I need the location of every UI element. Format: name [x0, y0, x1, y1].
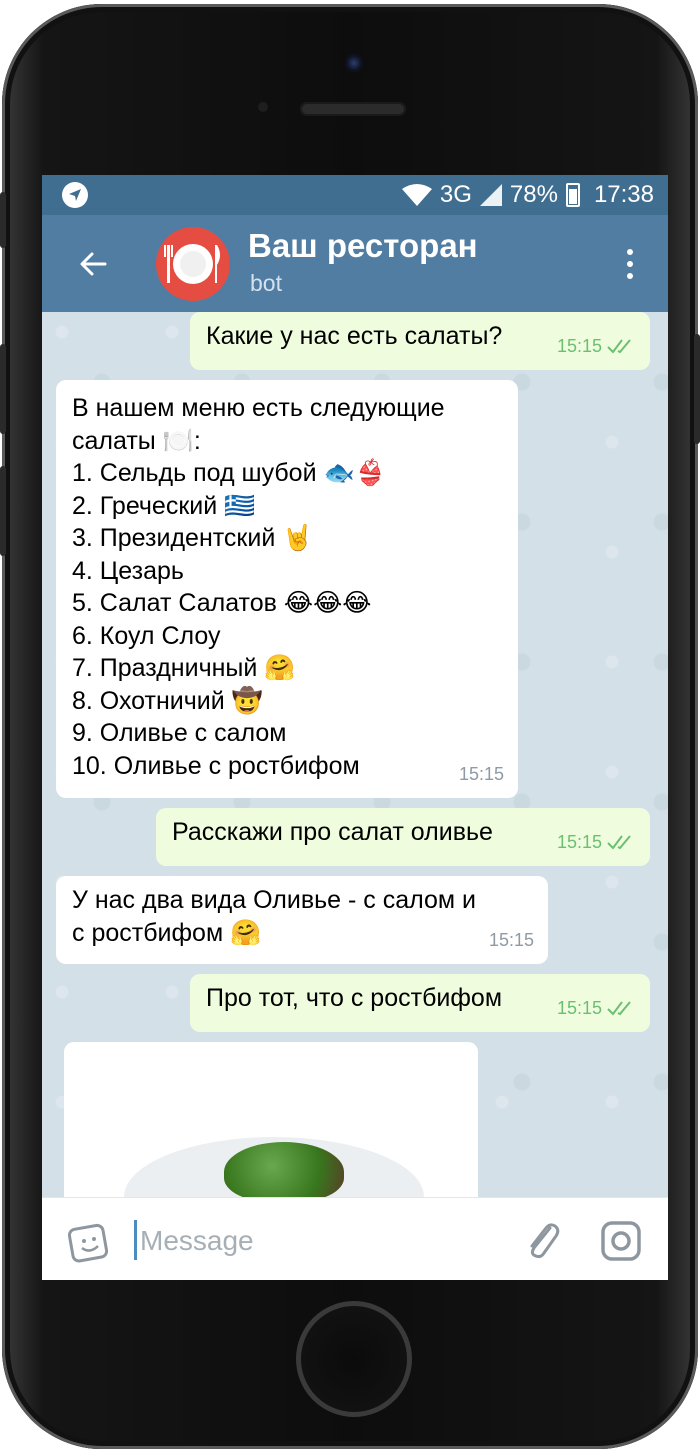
- battery-icon: [565, 183, 580, 207]
- message-time: 15:15: [556, 831, 602, 852]
- message-line: салаты 🍽️:: [72, 426, 201, 455]
- screen: 3G 78% 17:38 Ваш ресторан bot Какие у на…: [42, 175, 668, 1280]
- text-cursor: [134, 1220, 137, 1260]
- message-line: 8. Охотничий 🤠: [72, 686, 263, 715]
- message-line: 3. Президентский 🤘: [72, 524, 314, 552]
- message-outgoing[interactable]: Какие у нас есть салаты? 15:15: [190, 312, 650, 370]
- volume-up-button: [0, 344, 6, 434]
- home-button[interactable]: [296, 1301, 412, 1417]
- chat-subtitle: bot: [250, 270, 282, 296]
- message-incoming[interactable]: У нас два вида Оливье - с салом и с рост…: [56, 876, 548, 964]
- message-time: 15:15: [458, 763, 504, 784]
- sticker-icon[interactable]: [68, 1222, 110, 1264]
- message-outgoing[interactable]: Про тот, что с ростбифом 15:15: [190, 974, 650, 1032]
- clock: 17:38: [593, 181, 654, 208]
- photo-message[interactable]: [64, 1042, 478, 1197]
- avatar[interactable]: [156, 227, 230, 301]
- message-outgoing[interactable]: Расскажи про салат оливье 15:15: [156, 808, 650, 866]
- proximity-sensor: [258, 102, 268, 112]
- double-check-icon: [607, 339, 631, 354]
- message-line: В нашем меню есть следующие: [72, 394, 445, 422]
- message-list[interactable]: Какие у нас есть салаты? 15:15 В нашем м…: [42, 312, 668, 1197]
- chat-title: Ваш ресторан: [248, 227, 478, 264]
- message-line: с ростбифом 🤗: [72, 918, 262, 947]
- volume-down-button: [0, 466, 6, 556]
- message-line: 6. Коул Слоу: [72, 621, 221, 650]
- message-time: 15:15: [488, 929, 534, 950]
- message-time: 15:15: [556, 335, 602, 356]
- message-input[interactable]: [138, 1218, 502, 1264]
- paperclip-icon[interactable]: [522, 1218, 562, 1262]
- battery-percent: 78%: [509, 181, 558, 208]
- wifi-icon: [401, 184, 432, 206]
- message-line: 10. Оливье с ростбифом: [72, 751, 360, 780]
- telegram-status-icon: [62, 182, 88, 208]
- double-check-icon: [607, 1001, 631, 1016]
- signal-icon: [479, 184, 502, 206]
- restaurant-plate-icon: [164, 244, 220, 284]
- network-type: 3G: [439, 181, 472, 208]
- message-line: 4. Цезарь: [72, 556, 184, 585]
- earpiece-speaker: [300, 102, 406, 116]
- power-button: [694, 334, 700, 444]
- double-check-icon: [607, 835, 631, 850]
- message-line: 9. Оливье с салом: [72, 719, 287, 747]
- message-input-bar: [42, 1197, 668, 1280]
- status-bar: 3G 78% 17:38: [42, 175, 668, 215]
- more-vertical-icon[interactable]: [626, 249, 634, 281]
- front-camera: [345, 54, 363, 72]
- message-time: 15:15: [556, 997, 602, 1018]
- message-line: 5. Салат Салатов 😂😂😂: [72, 589, 372, 617]
- app-bar: Ваш ресторан bot: [42, 215, 668, 312]
- salad-image: [224, 1142, 344, 1197]
- message-line: 7. Праздничный 🤗: [72, 654, 296, 682]
- mute-switch: [0, 192, 6, 248]
- message-line: 2. Греческий 🇬🇷: [72, 491, 256, 520]
- message-line: У нас два вида Оливье - с салом и: [72, 886, 476, 914]
- message-incoming[interactable]: В нашем меню есть следующие салаты 🍽️: 1…: [56, 380, 518, 798]
- back-arrow-icon[interactable]: [78, 249, 108, 279]
- camera-icon[interactable]: [600, 1220, 642, 1262]
- status-indicators: 3G 78% 17:38: [401, 175, 654, 215]
- message-line: 1. Сельдь под шубой 🐟👙: [72, 459, 386, 487]
